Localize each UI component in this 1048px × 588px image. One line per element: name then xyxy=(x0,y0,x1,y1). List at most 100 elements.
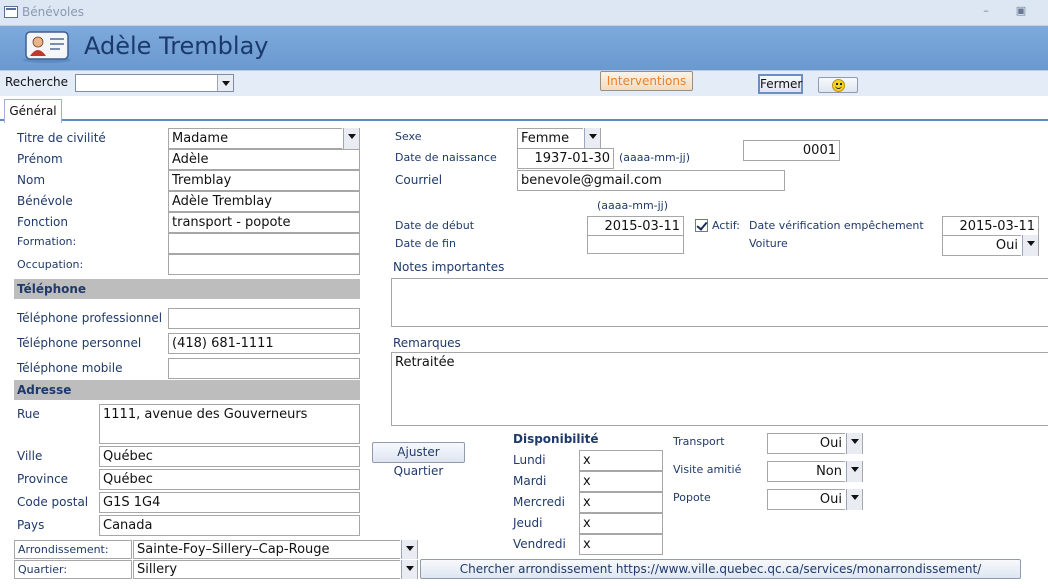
city-field[interactable]: Québec xyxy=(99,446,360,467)
home-phone-field[interactable]: (418) 681-1111 xyxy=(168,333,360,354)
notes-field[interactable] xyxy=(391,278,1048,327)
thursday-field[interactable]: x xyxy=(579,513,663,534)
country-label: Pays xyxy=(17,518,45,532)
active-checkbox[interactable] xyxy=(695,219,708,232)
search-toolbar: Recherche Interventions Fermer xyxy=(0,70,1048,96)
district-label: Quartier: xyxy=(14,560,132,579)
window-title: Bénévoles xyxy=(22,5,85,19)
occupation-label: Occupation: xyxy=(17,258,84,271)
chevron-down-icon[interactable] xyxy=(343,128,359,149)
car-label: Voiture xyxy=(749,237,788,250)
chevron-down-icon[interactable] xyxy=(217,75,233,91)
address-section-header: Adresse xyxy=(14,380,360,400)
page-title: Adèle Tremblay xyxy=(84,32,269,60)
work-phone-field[interactable] xyxy=(168,308,360,329)
tab-general[interactable]: Général xyxy=(4,99,62,123)
lookup-borough-button[interactable]: Chercher arrondissement https://www.vill… xyxy=(420,559,1021,579)
civility-label: Titre de civilité xyxy=(17,131,106,145)
transport-combobox[interactable]: Oui xyxy=(767,433,863,454)
form-header: Adèle Tremblay xyxy=(0,26,1048,70)
restore-icon[interactable]: ▣ xyxy=(1013,4,1029,18)
interventions-button[interactable]: Interventions xyxy=(600,71,693,91)
window-titlebar: Bénévoles – ▣ xyxy=(0,0,1048,26)
adjust-district-button[interactable]: Ajuster Quartier xyxy=(372,442,465,478)
wednesday-field[interactable]: x xyxy=(579,492,663,513)
province-field[interactable]: Québec xyxy=(99,469,360,490)
volunteer-id-field[interactable]: 0001 xyxy=(743,140,840,161)
street-field[interactable]: 1111, avenue des Gouverneurs xyxy=(99,404,360,444)
chevron-down-icon[interactable] xyxy=(1022,235,1038,256)
search-combobox[interactable] xyxy=(75,74,234,92)
borough-label: Arrondissement: xyxy=(14,540,132,559)
friendly-visit-combobox[interactable]: Non xyxy=(767,461,863,482)
email-label: Courriel xyxy=(395,173,443,187)
birthdate-field[interactable]: 1937-01-30 xyxy=(517,148,614,169)
end-date-label: Date de fin xyxy=(395,237,456,250)
close-button[interactable]: Fermer xyxy=(758,74,803,94)
remarks-field[interactable]: Retraitée xyxy=(391,352,1048,426)
firstname-field[interactable]: Adèle xyxy=(168,149,360,170)
postal-code-field[interactable]: G1S 1G4 xyxy=(99,492,360,513)
person-card-icon xyxy=(23,31,71,63)
volunteer-field[interactable]: Adèle Tremblay xyxy=(168,191,360,212)
country-field[interactable]: Canada xyxy=(99,515,360,536)
firstname-label: Prénom xyxy=(17,152,63,166)
lastname-field[interactable]: Tremblay xyxy=(168,170,360,191)
wednesday-label: Mercredi xyxy=(513,495,566,509)
mobile-phone-field[interactable] xyxy=(168,358,360,379)
transport-label: Transport xyxy=(673,435,725,448)
smiley-button[interactable] xyxy=(818,77,858,93)
car-combobox[interactable]: Oui xyxy=(942,235,1039,256)
friday-field[interactable]: x xyxy=(579,534,663,555)
function-field[interactable]: transport - popote xyxy=(168,212,360,233)
civility-combobox[interactable]: Madame xyxy=(168,128,360,149)
occupation-field[interactable] xyxy=(168,254,360,275)
sex-combobox[interactable]: Femme xyxy=(517,128,601,149)
smiley-icon xyxy=(832,79,845,92)
home-phone-label: Téléphone personnel xyxy=(17,336,142,350)
chevron-down-icon[interactable] xyxy=(846,461,862,482)
verification-date-field[interactable]: 2015-03-11 xyxy=(942,216,1039,237)
email-field[interactable]: benevole@gmail.com xyxy=(517,170,785,191)
verification-date-label: Date vérification empêchement xyxy=(749,219,924,232)
district-combobox[interactable]: Sillery xyxy=(133,560,418,579)
province-label: Province xyxy=(17,472,69,486)
start-date-field[interactable]: 2015-03-11 xyxy=(587,216,684,237)
training-field[interactable] xyxy=(168,233,360,254)
popote-label: Popote xyxy=(673,491,711,504)
chevron-down-icon[interactable] xyxy=(401,540,417,559)
borough-combobox[interactable]: Sainte-Foy–Sillery–Cap-Rouge xyxy=(133,540,418,559)
mobile-phone-label: Téléphone mobile xyxy=(17,361,123,375)
training-label: Formation: xyxy=(17,235,77,248)
volunteer-label: Bénévole xyxy=(17,194,73,208)
minimize-icon[interactable]: – xyxy=(978,4,994,18)
tuesday-label: Mardi xyxy=(513,474,547,488)
postal-code-label: Code postal xyxy=(17,495,89,509)
tuesday-field[interactable]: x xyxy=(579,471,663,492)
friday-label: Vendredi xyxy=(513,537,566,551)
chevron-down-icon[interactable] xyxy=(584,128,600,149)
chevron-down-icon[interactable] xyxy=(401,560,417,579)
friendly-visit-label: Visite amitié xyxy=(673,463,742,476)
work-phone-label: Téléphone professionnel xyxy=(17,311,163,325)
end-date-field[interactable] xyxy=(587,235,684,254)
sex-label: Sexe xyxy=(395,130,422,143)
chevron-down-icon[interactable] xyxy=(846,433,862,454)
search-label: Recherche xyxy=(5,75,69,89)
birthdate-format-hint: (aaaa-mm-jj) xyxy=(619,151,691,164)
function-label: Fonction xyxy=(17,215,69,229)
birthdate-label: Date de naissance xyxy=(395,151,497,164)
start-date-label: Date de début xyxy=(395,219,475,232)
tab-strip xyxy=(0,96,1048,121)
availability-title: Disponibilité xyxy=(513,432,599,446)
monday-field[interactable]: x xyxy=(579,450,663,471)
remarks-label: Remarques xyxy=(393,336,461,350)
notes-label: Notes importantes xyxy=(393,260,505,274)
phone-section-header: Téléphone xyxy=(14,279,360,299)
monday-label: Lundi xyxy=(513,453,546,467)
form-icon xyxy=(4,6,18,18)
popote-combobox[interactable]: Oui xyxy=(767,489,863,510)
street-label: Rue xyxy=(17,407,40,421)
chevron-down-icon[interactable] xyxy=(846,489,862,510)
thursday-label: Jeudi xyxy=(513,516,543,530)
